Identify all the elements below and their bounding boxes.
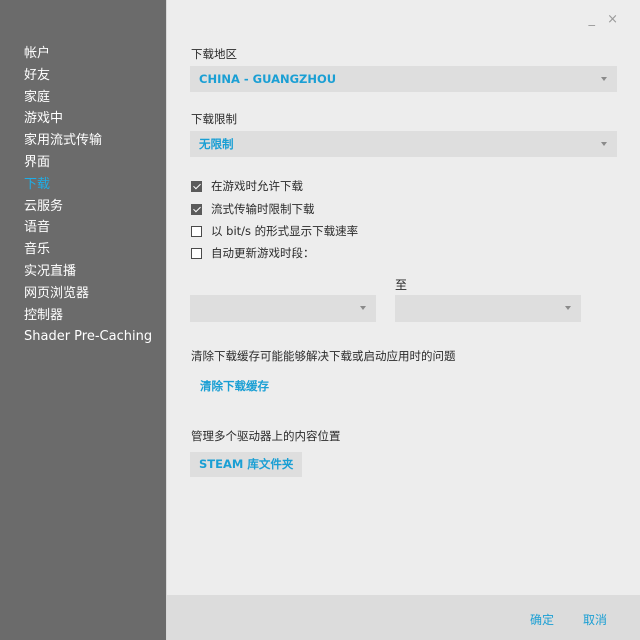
- ok-button[interactable]: 确定: [530, 611, 554, 628]
- sidebar-item-shader-pre-caching[interactable]: Shader Pre-Caching: [24, 326, 152, 348]
- sidebar-item-remote-play[interactable]: 家用流式传输: [24, 130, 152, 152]
- download-limit-value: 无限制: [199, 137, 234, 151]
- sidebar-item-cloud[interactable]: 云服务: [24, 196, 152, 218]
- schedule-start-select[interactable]: [190, 295, 376, 322]
- chevron-down-icon: [565, 306, 571, 310]
- sidebar-item-music[interactable]: 音乐: [24, 239, 152, 261]
- download-limit-select[interactable]: 无限制: [190, 131, 617, 157]
- sidebar-item-web-browser[interactable]: 网页浏览器: [24, 283, 152, 305]
- sidebar-item-friends[interactable]: 好友: [24, 65, 152, 87]
- chevron-down-icon: [360, 306, 366, 310]
- schedule-to-label: 至: [395, 278, 408, 292]
- sidebar-list: 帐户 好友 家庭 游戏中 家用流式传输 界面 下载 云服务 语音 音乐 实况直播…: [24, 43, 152, 348]
- download-limit-label: 下载限制: [191, 112, 237, 126]
- checkbox-label: 自动更新游戏时段：: [211, 246, 315, 260]
- sidebar-item-voice[interactable]: 语音: [24, 217, 152, 239]
- cancel-button[interactable]: 取消: [583, 611, 607, 628]
- schedule-end-select[interactable]: [395, 295, 581, 322]
- checkbox-checked-icon: [191, 180, 202, 192]
- throttle-while-streaming-checkbox[interactable]: 流式传输时限制下载: [191, 201, 315, 217]
- library-description: 管理多个驱动器上的内容位置: [191, 429, 341, 443]
- sidebar-item-interface[interactable]: 界面: [24, 152, 152, 174]
- chevron-down-icon: [601, 142, 607, 146]
- clear-cache-description: 清除下载缓存可能能够解决下载或启动应用时的问题: [191, 349, 456, 363]
- chevron-down-icon: [601, 77, 607, 81]
- checkbox-unchecked-icon: [191, 225, 202, 237]
- settings-main-panel: _ × 下载地区 CHINA - GUANGZHOU 下载限制 无限制 在游戏时…: [166, 0, 640, 640]
- sidebar-item-family[interactable]: 家庭: [24, 87, 152, 109]
- sidebar-item-downloads[interactable]: 下载: [24, 174, 152, 196]
- download-region-select[interactable]: CHINA - GUANGZHOU: [190, 66, 617, 92]
- sidebar-item-controller[interactable]: 控制器: [24, 305, 152, 327]
- download-region-label: 下载地区: [191, 47, 237, 61]
- sidebar-item-in-game[interactable]: 游戏中: [24, 108, 152, 130]
- steam-library-folders-button[interactable]: STEAM 库文件夹: [190, 452, 303, 477]
- close-button[interactable]: ×: [607, 12, 618, 27]
- checkbox-label: 以 bit/s 的形式显示下载速率: [211, 224, 359, 238]
- settings-sidebar: 帐户 好友 家庭 游戏中 家用流式传输 界面 下载 云服务 语音 音乐 实况直播…: [0, 0, 166, 640]
- clear-download-cache-button[interactable]: 清除下载缓存: [200, 378, 269, 394]
- allow-downloads-in-game-checkbox[interactable]: 在游戏时允许下载: [191, 178, 303, 194]
- minimize-button[interactable]: _: [588, 12, 595, 27]
- auto-update-window-checkbox[interactable]: 自动更新游戏时段：: [191, 245, 315, 261]
- sidebar-item-broadcasting[interactable]: 实况直播: [24, 261, 152, 283]
- download-region-value: CHINA - GUANGZHOU: [199, 72, 337, 86]
- window-controls: _ ×: [580, 12, 618, 27]
- dialog-footer: 确定 取消: [167, 595, 640, 640]
- checkbox-unchecked-icon: [191, 247, 202, 259]
- checkbox-checked-icon: [191, 203, 202, 215]
- checkbox-label: 在游戏时允许下载: [211, 179, 303, 193]
- display-bits-per-second-checkbox[interactable]: 以 bit/s 的形式显示下载速率: [191, 223, 358, 239]
- checkbox-label: 流式传输时限制下载: [211, 202, 315, 216]
- sidebar-item-account[interactable]: 帐户: [24, 43, 152, 65]
